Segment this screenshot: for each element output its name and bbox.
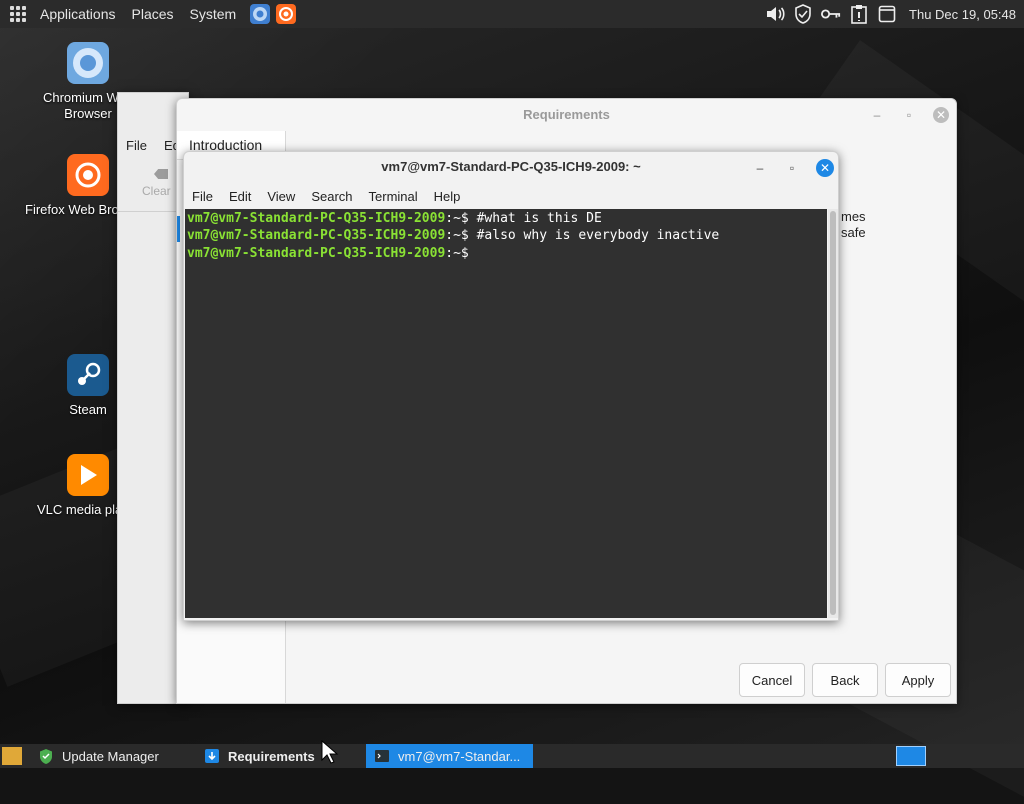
terminal-line: vm7@vm7-Standard-PC-Q35-ICH9-2009:~$ #wh… (187, 210, 827, 227)
maximize-icon[interactable]: ▫ (901, 107, 917, 123)
firefox-icon[interactable] (276, 4, 297, 24)
text-cursor (477, 244, 485, 259)
menu-edit[interactable]: Edit (221, 189, 259, 204)
mouse-cursor-icon (321, 740, 339, 764)
task-terminal[interactable]: vm7@vm7-Standar... (366, 744, 533, 768)
volume-icon[interactable] (765, 4, 785, 24)
task-label: Update Manager (62, 748, 159, 764)
command-text: #also why is everybody inactive (476, 228, 720, 243)
close-icon[interactable]: ✕ (933, 107, 949, 123)
terminal-menubar: File Edit View Search Terminal Help (184, 184, 838, 208)
minimize-icon[interactable]: – (869, 107, 885, 123)
terminal-line: vm7@vm7-Standard-PC-Q35-ICH9-2009:~$ (187, 244, 827, 262)
system-tray: Thu Dec 19, 05:48 (765, 0, 1024, 28)
requirements-title: Requirements (523, 107, 610, 122)
show-desktop-icon[interactable] (2, 747, 22, 765)
clock[interactable]: Thu Dec 19, 05:48 (909, 7, 1016, 22)
prompt-user: vm7@vm7-Standard-PC-Q35-ICH9-2009 (187, 211, 446, 226)
cancel-button[interactable]: Cancel (739, 663, 805, 697)
maximize-icon[interactable]: ▫ (784, 160, 800, 176)
firefox-icon (67, 154, 109, 196)
menu-applications[interactable]: Applications (32, 6, 124, 22)
chromium-icon (67, 42, 109, 84)
terminal-scrollbar[interactable] (828, 209, 838, 618)
task-update-manager[interactable]: Update Manager (30, 744, 200, 768)
menu-places[interactable]: Places (124, 6, 182, 22)
menu-search[interactable]: Search (303, 189, 360, 204)
terminal-window: vm7@vm7-Standard-PC-Q35-ICH9-2009: ~ – ▫… (183, 151, 839, 621)
bottom-panel: Update Manager Requirements vm7@vm7-Stan… (0, 744, 1024, 768)
window-icon[interactable] (877, 4, 897, 24)
clear-icon[interactable] (154, 169, 168, 179)
terminal-icon (375, 750, 389, 762)
tab-accent (177, 216, 180, 242)
back-button[interactable]: Back (812, 663, 878, 697)
shield-icon[interactable] (793, 4, 813, 24)
terminal-title: vm7@vm7-Standard-PC-Q35-ICH9-2009: ~ (381, 159, 641, 174)
menu-help[interactable]: Help (426, 189, 469, 204)
clipboard-icon[interactable] (849, 4, 869, 24)
scrollbar-thumb[interactable] (830, 211, 836, 615)
prompt-path: :~$ (445, 211, 477, 226)
prompt-user: vm7@vm7-Standard-PC-Q35-ICH9-2009 (187, 246, 446, 261)
apps-grid-icon[interactable] (10, 6, 26, 22)
menu-system[interactable]: System (182, 6, 245, 22)
menu-view[interactable]: View (259, 189, 303, 204)
steam-icon (67, 354, 109, 396)
shield-icon (40, 749, 52, 764)
prompt-path: :~$ (445, 228, 477, 243)
chromium-icon[interactable] (250, 4, 271, 24)
prompt-user: vm7@vm7-Standard-PC-Q35-ICH9-2009 (187, 228, 446, 243)
key-icon[interactable] (821, 4, 841, 24)
requirements-text-fragment: mes (841, 209, 866, 224)
requirements-text-fragment: safe (841, 225, 866, 240)
command-text: #what is this DE (476, 211, 602, 226)
minimize-icon[interactable]: – (752, 160, 768, 176)
menu-file[interactable]: File (184, 189, 221, 204)
task-label: Requirements (228, 748, 315, 764)
prompt-path: :~$ (445, 246, 477, 261)
apply-button[interactable]: Apply (885, 663, 951, 697)
task-label: vm7@vm7-Standar... (398, 748, 521, 764)
workspace-switcher[interactable] (896, 746, 926, 766)
vlc-icon (67, 454, 109, 496)
terminal-output[interactable]: vm7@vm7-Standard-PC-Q35-ICH9-2009:~$ #wh… (185, 209, 827, 618)
top-panel: Applications Places System Thu Dec 19, 0… (0, 0, 1024, 28)
terminal-line: vm7@vm7-Standard-PC-Q35-ICH9-2009:~$ #al… (187, 227, 827, 244)
menu-file[interactable]: File (126, 138, 147, 153)
download-icon (205, 749, 219, 763)
menu-terminal[interactable]: Terminal (361, 189, 426, 204)
close-icon[interactable]: ✕ (816, 159, 834, 177)
clear-button-label[interactable]: Clear (142, 184, 171, 198)
